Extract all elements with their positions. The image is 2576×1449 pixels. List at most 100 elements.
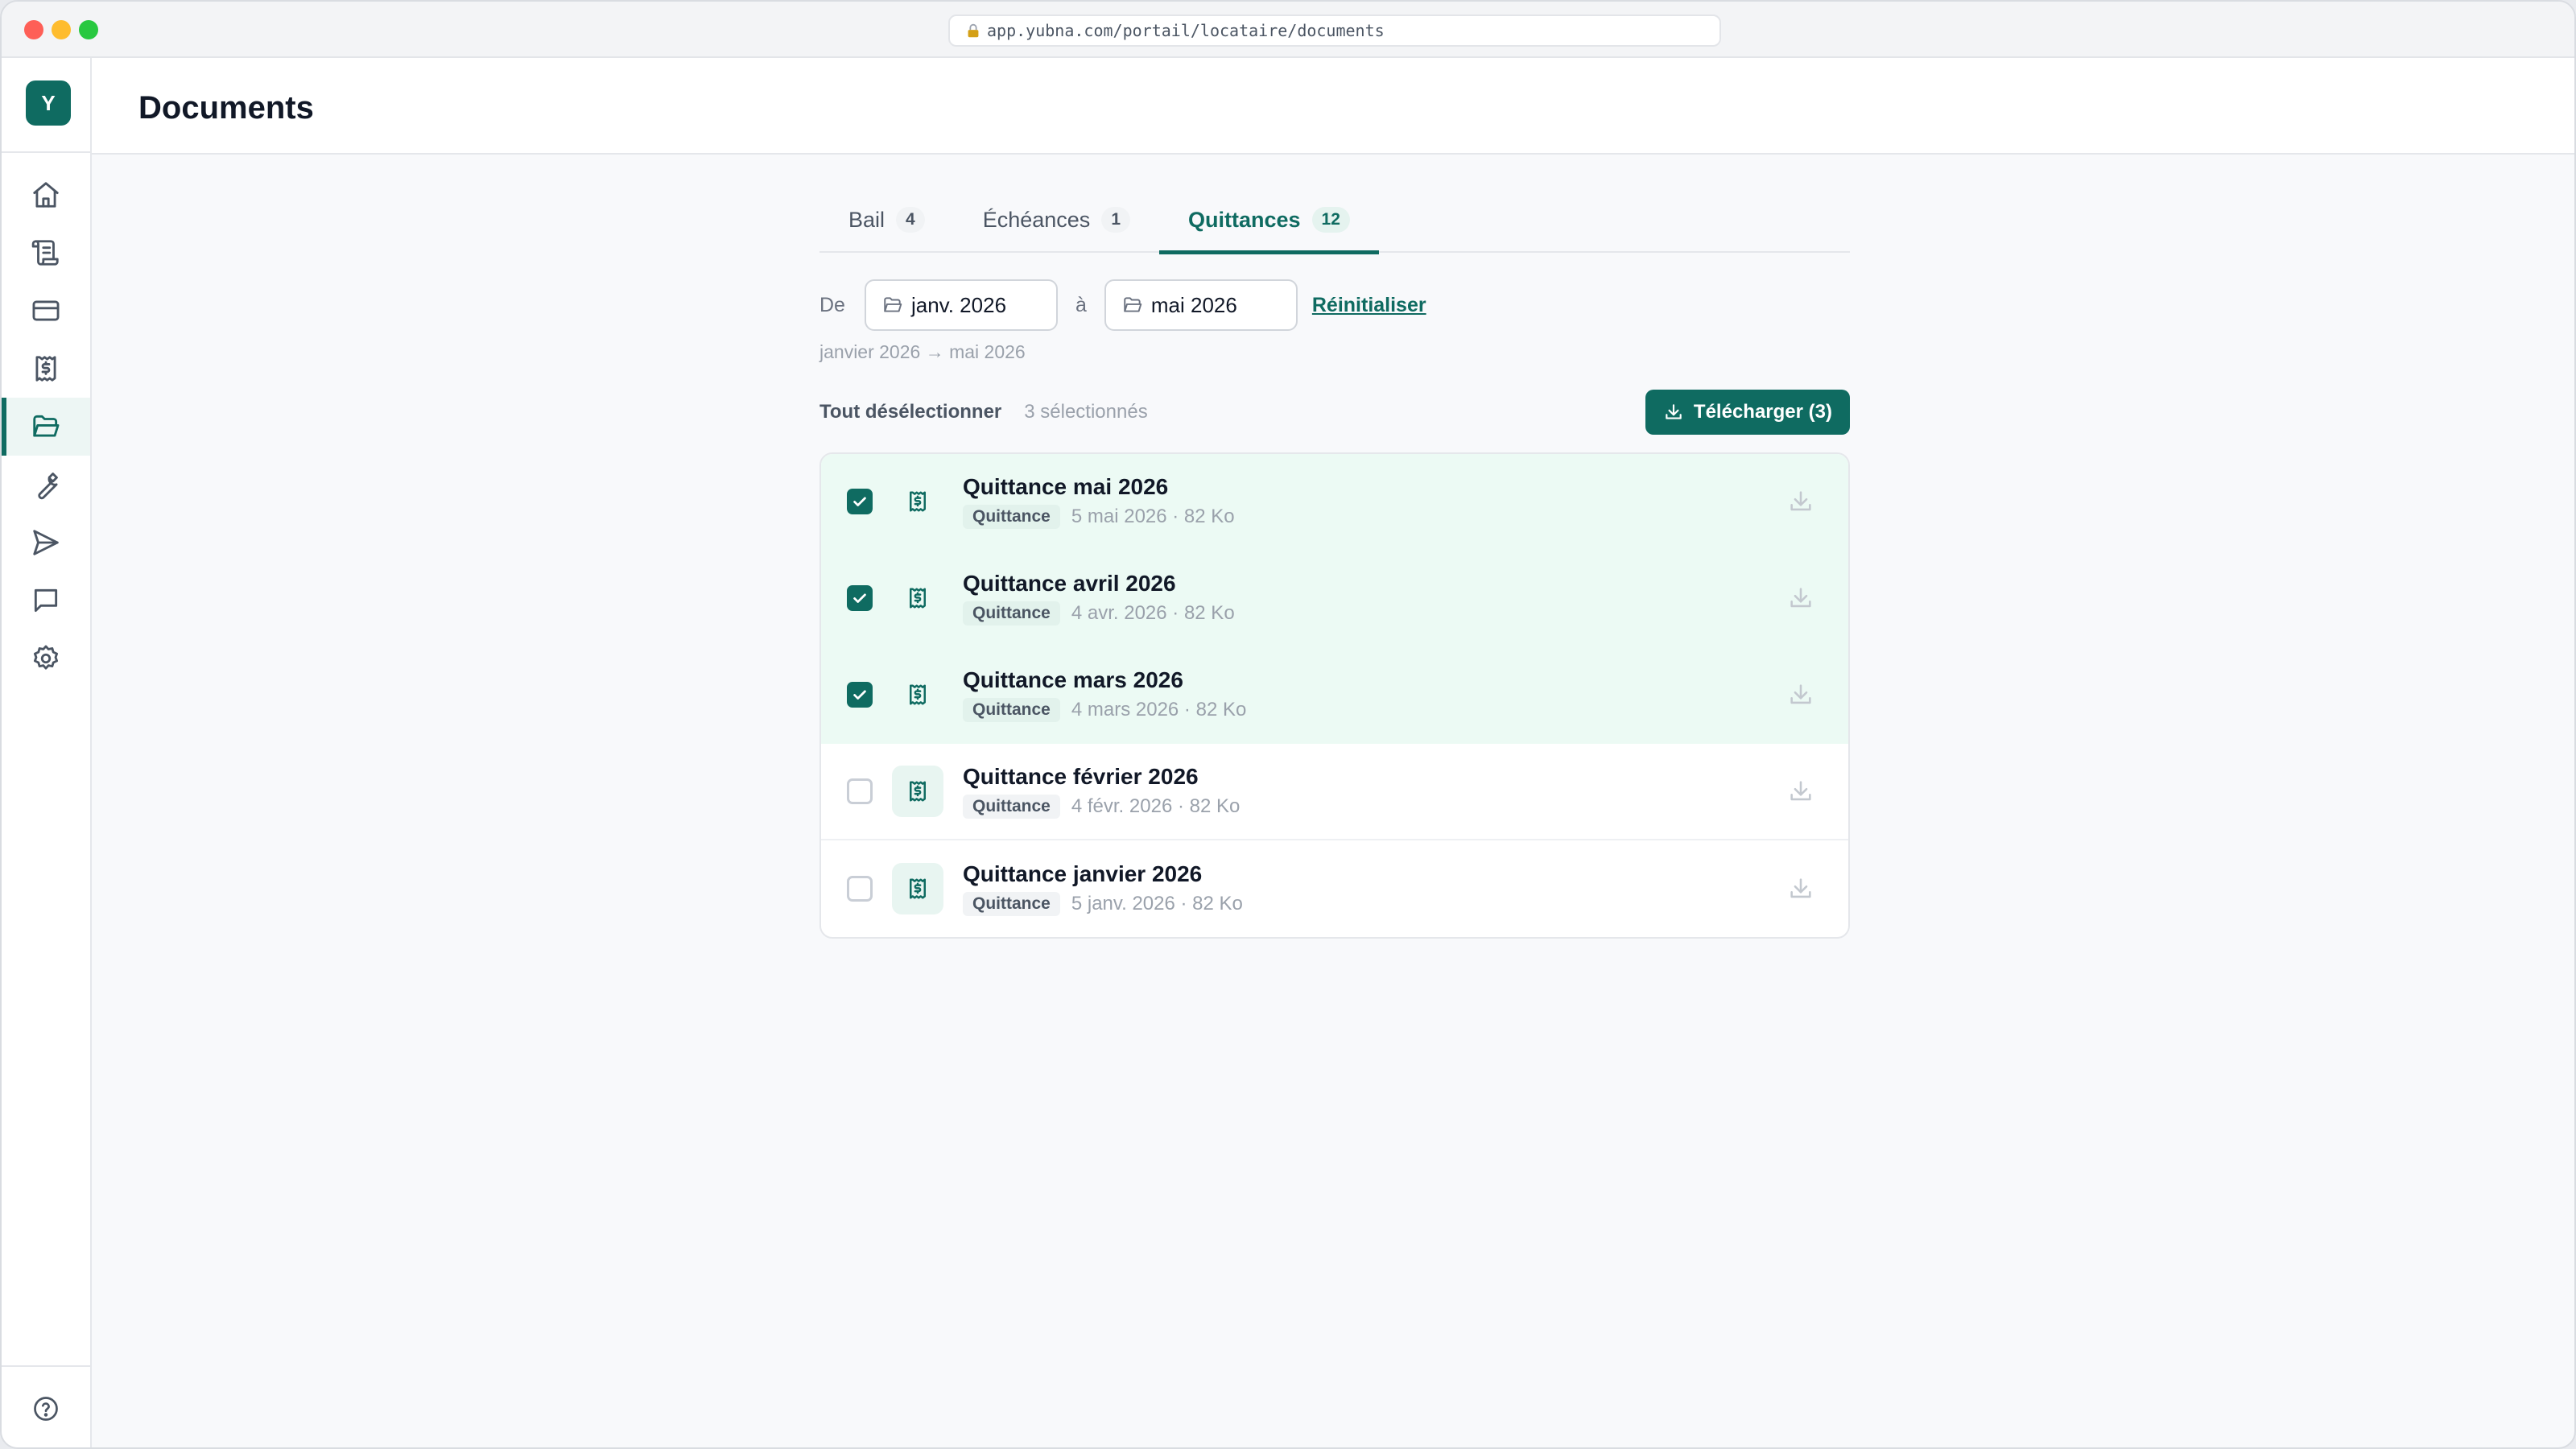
document-title: Quittance mars 2026	[963, 667, 1183, 692]
list-item[interactable]: Quittance avril 2026 Quittance 4 avr. 20…	[821, 551, 1848, 647]
gear-icon	[33, 645, 59, 670]
sidebar-item-settings[interactable]	[2, 630, 90, 687]
sidebar-bottom-divider	[2, 1365, 90, 1367]
message-icon	[34, 588, 58, 613]
document-type-tag: Quittance	[963, 698, 1060, 722]
url-text: app.yubna.com/portail/locataire/document…	[987, 21, 1385, 40]
download-icon[interactable]	[1787, 778, 1814, 805]
document-tabs: Bail 4 Échéances 1 Quittances 12	[819, 187, 1850, 254]
receipt-icon	[910, 491, 926, 512]
doc-icon-wrap	[892, 669, 943, 720]
row-checkbox[interactable]	[847, 585, 873, 611]
document-list: Quittance mai 2026 Quittance 5 mai 2026 …	[819, 452, 1850, 939]
title-bar: app.yubna.com/portail/locataire/document…	[2, 2, 2574, 58]
close-window-button[interactable]	[24, 20, 43, 39]
row-checkbox[interactable]	[847, 778, 873, 804]
receipt-icon	[910, 781, 926, 802]
from-label: De	[819, 293, 845, 316]
send-icon	[33, 530, 59, 555]
list-item[interactable]: Quittance janvier 2026 Quittance 5 janv.…	[821, 840, 1848, 937]
sidebar-item-messages[interactable]	[2, 572, 90, 630]
download-icon[interactable]	[1787, 584, 1814, 612]
sidebar-item-documents[interactable]	[2, 398, 90, 456]
tab-count-badge: 12	[1311, 207, 1350, 233]
tab-quittances[interactable]: Quittances 12	[1159, 187, 1379, 254]
document-type-tag: Quittance	[963, 795, 1060, 819]
row-checkbox[interactable]	[847, 682, 873, 708]
document-title: Quittance février 2026	[963, 764, 1199, 789]
scroll-icon	[31, 240, 59, 266]
from-month-value: janv. 2026	[910, 292, 1007, 317]
doc-icon-wrap	[892, 572, 943, 624]
help-circle-icon	[34, 1397, 58, 1421]
folder-icon	[1124, 297, 1142, 312]
credit-card-icon	[32, 300, 60, 321]
sidebar-item-lease[interactable]	[2, 224, 90, 282]
check-icon	[853, 593, 866, 603]
selection-bar: Tout désélectionner 3 sélectionnés Téléc…	[819, 390, 1850, 435]
list-item[interactable]: Quittance mai 2026 Quittance 5 mai 2026 …	[821, 454, 1848, 551]
to-month-picker[interactable]: mai 2026	[1104, 279, 1298, 331]
help-button[interactable]	[2, 1386, 90, 1431]
download-icon[interactable]	[1787, 488, 1814, 515]
folder-open-icon	[33, 415, 60, 437]
document-type-tag: Quittance	[963, 601, 1060, 625]
tab-label: Bail	[848, 207, 886, 232]
download-icon	[1666, 404, 1682, 419]
receipt-icon	[35, 356, 56, 382]
tab-bail[interactable]: Bail 4	[819, 187, 954, 253]
range-summary: janvier 2026 → mai 2026	[819, 341, 1026, 362]
download-icon[interactable]	[1787, 875, 1814, 902]
home-icon	[33, 182, 59, 208]
receipt-icon	[910, 588, 926, 609]
selected-count: 3 sélectionnés	[1024, 401, 1148, 423]
tab-label: Échéances	[982, 207, 1091, 232]
document-type-tag: Quittance	[963, 505, 1060, 529]
address-bar[interactable]: app.yubna.com/portail/locataire/document…	[948, 14, 1721, 47]
date-range-filter: De janv. 2026 à mai 2026 Réinitialiser	[819, 279, 1850, 332]
page-header: Documents	[92, 58, 2574, 155]
deselect-all-button[interactable]: Tout désélectionner	[819, 401, 1001, 423]
sidebar-item-payments[interactable]	[2, 282, 90, 340]
tab-echeances[interactable]: Échéances 1	[954, 187, 1159, 253]
document-title: Quittance avril 2026	[963, 571, 1176, 596]
list-item[interactable]: Quittance mars 2026 Quittance 4 mars 202…	[821, 647, 1848, 744]
to-month-value: mai 2026	[1150, 292, 1237, 317]
document-title: Quittance janvier 2026	[963, 861, 1203, 886]
from-month-picker[interactable]: janv. 2026	[864, 279, 1058, 331]
page-title: Documents	[138, 90, 314, 126]
sidebar-item-maintenance[interactable]	[2, 456, 90, 514]
document-meta: 4 avr. 2026 · 82 Ko	[1071, 602, 1235, 624]
browser-window: app.yubna.com/portail/locataire/document…	[0, 0, 2576, 1449]
download-icon[interactable]	[1787, 681, 1814, 708]
app-logo[interactable]: Y	[26, 80, 71, 126]
lock-icon	[964, 22, 982, 39]
documents-panel: Bail 4 Échéances 1 Quittances 12 De janv…	[819, 187, 1850, 939]
document-title: Quittance mai 2026	[963, 474, 1169, 499]
receipt-icon	[910, 684, 926, 705]
maximize-window-button[interactable]	[79, 20, 98, 39]
tab-count-badge: 1	[1101, 207, 1130, 233]
download-selected-label: Télécharger (3)	[1693, 401, 1832, 423]
minimize-window-button[interactable]	[52, 20, 71, 39]
to-label: à	[1075, 293, 1087, 316]
document-meta: 5 janv. 2026 · 82 Ko	[1071, 893, 1243, 914]
row-checkbox[interactable]	[847, 876, 873, 902]
receipt-icon	[910, 878, 926, 899]
tab-count-badge: 4	[896, 207, 925, 233]
sidebar-item-send[interactable]	[2, 514, 90, 572]
sidebar-item-home[interactable]	[2, 166, 90, 224]
wrench-icon	[38, 473, 58, 500]
list-item[interactable]: Quittance février 2026 Quittance 4 févr.…	[821, 744, 1848, 840]
row-checkbox[interactable]	[847, 489, 873, 514]
document-meta: 5 mai 2026 · 82 Ko	[1071, 506, 1235, 527]
doc-icon-wrap	[892, 476, 943, 527]
check-icon	[853, 497, 866, 506]
document-meta: 4 mars 2026 · 82 Ko	[1071, 699, 1247, 720]
reset-link[interactable]: Réinitialiser	[1312, 294, 1426, 317]
check-icon	[853, 690, 866, 700]
document-type-tag: Quittance	[963, 892, 1060, 916]
document-meta: 4 févr. 2026 · 82 Ko	[1071, 795, 1241, 817]
sidebar-item-receipts[interactable]	[2, 340, 90, 398]
download-selected-button[interactable]: Télécharger (3)	[1645, 390, 1850, 435]
